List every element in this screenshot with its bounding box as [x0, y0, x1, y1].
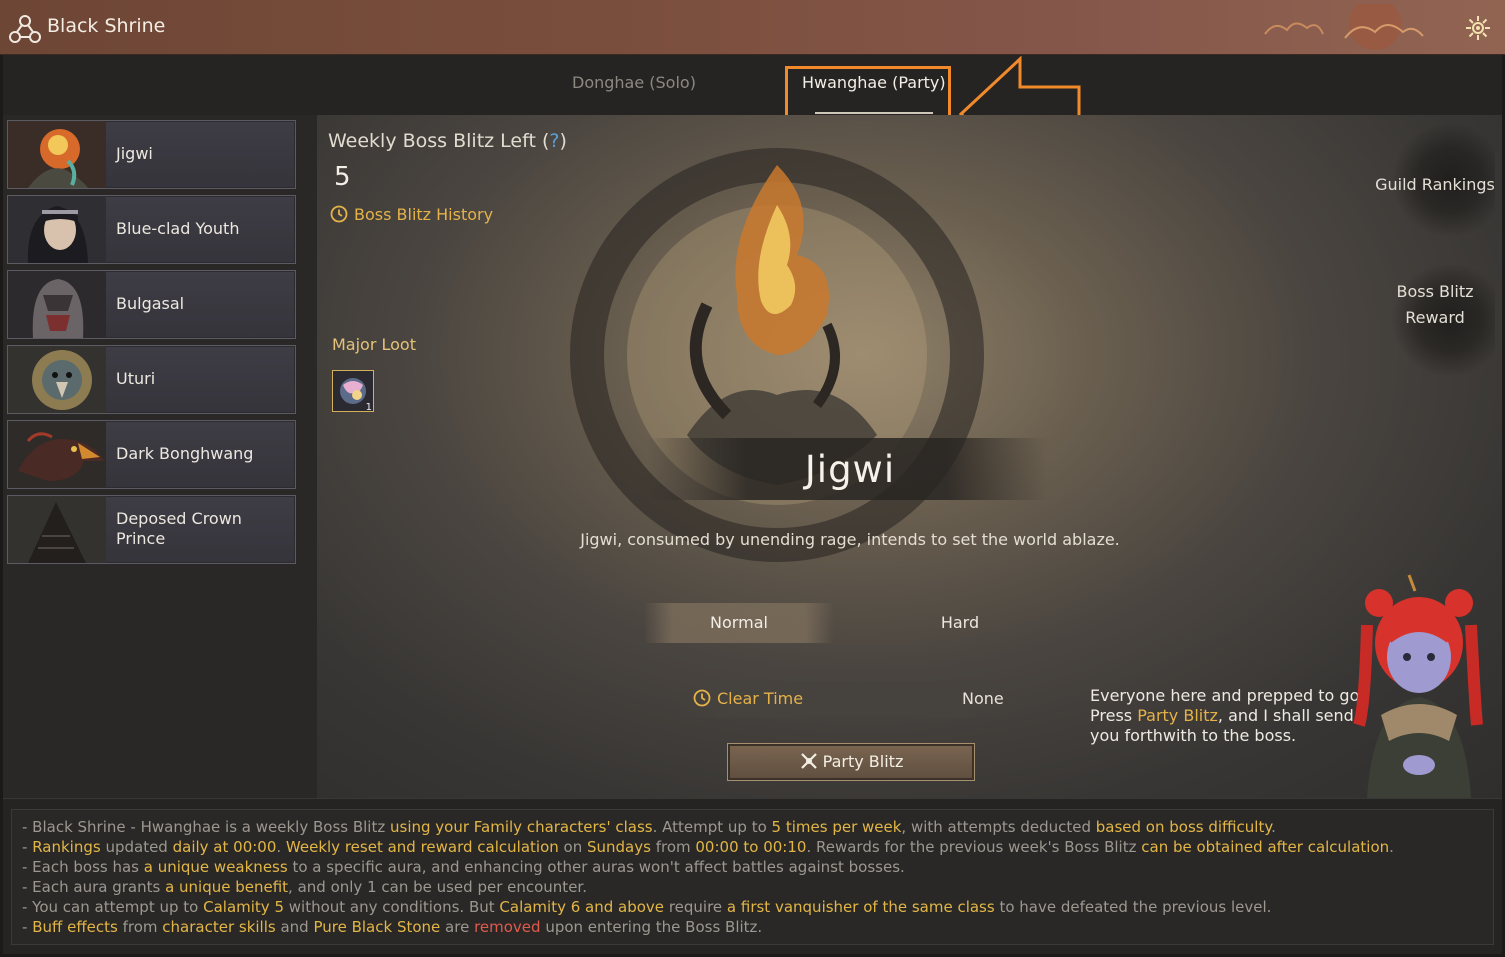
clock-icon: [693, 689, 711, 707]
dark-bonghwang-portrait-icon: [8, 421, 106, 488]
boss-item-blue-clad-youth[interactable]: Blue-clad Youth: [7, 195, 296, 264]
rule-line: - Each boss has a unique weakness to a s…: [22, 858, 905, 876]
boss-name: Blue-clad Youth: [116, 219, 240, 238]
boss-name: Uturi: [116, 369, 156, 388]
title-bar: Black Shrine: [0, 0, 1505, 55]
difficulty-normal-button[interactable]: Normal: [644, 603, 834, 643]
weekly-blitz-count: 5: [334, 162, 351, 192]
rule-line: - Rankings updated daily at 00:00. Weekl…: [22, 838, 1394, 856]
tab-bar: Donghae (Solo) Hwanghae (Party): [3, 55, 1502, 115]
rule-line: - Black Shrine - Hwanghae is a weekly Bo…: [22, 818, 1276, 836]
boss-name: Jigwi: [116, 144, 153, 163]
loot-count: 1: [365, 402, 372, 413]
clock-icon: [330, 205, 348, 223]
npc-guide-character: [1353, 574, 1483, 798]
bulgasal-portrait-icon: [8, 271, 106, 338]
blue-clad-youth-portrait-icon: [8, 196, 106, 263]
tab-donghae-solo[interactable]: Donghae (Solo): [572, 73, 696, 92]
window-title: Black Shrine: [47, 15, 166, 37]
boss-blitz-history-link[interactable]: Boss Blitz History: [330, 205, 493, 224]
settings-icon[interactable]: [1465, 15, 1491, 41]
clear-time-label: Clear Time: [693, 689, 803, 708]
crossed-swords-icon: [800, 753, 817, 769]
boss-item-jigwi[interactable]: Jigwi: [7, 120, 296, 189]
deposed-crown-prince-portrait-icon: [8, 496, 106, 563]
rules-info-panel: - Black Shrine - Hwanghae is a weekly Bo…: [3, 798, 1502, 954]
rule-line: - You can attempt up to Calamity 5 witho…: [22, 898, 1272, 916]
boss-name: Bulgasal: [116, 294, 185, 313]
boss-item-uturi[interactable]: Uturi: [7, 345, 296, 414]
clear-time-value: None: [962, 689, 1004, 708]
uturi-portrait-icon: [8, 346, 106, 413]
boss-item-bulgasal[interactable]: Bulgasal: [7, 270, 296, 339]
cloud-ornament-icon: [1264, 4, 1424, 50]
boss-detail-panel: Weekly Boss Blitz Left (?) 5 Boss Blitz …: [317, 115, 1502, 798]
jigwi-portrait-icon: [8, 121, 106, 188]
boss-item-dark-bonghwang[interactable]: Dark Bonghwang: [7, 420, 296, 489]
boss-name: Deposed Crown Prince: [116, 509, 242, 548]
boss-artwork: [570, 148, 984, 562]
party-blitz-button[interactable]: Party Blitz: [727, 743, 975, 781]
guild-rankings-button[interactable]: Guild Rankings: [1375, 125, 1495, 235]
difficulty-hard-button[interactable]: Hard: [865, 603, 1055, 643]
boss-blitz-reward-button[interactable]: Boss Blitz Reward: [1375, 265, 1495, 375]
major-loot-label: Major Loot: [332, 335, 416, 354]
rule-line: - Buff effects from character skills and…: [22, 918, 763, 936]
loot-item-slot[interactable]: 1: [332, 370, 374, 413]
weekly-blitz-label: Weekly Boss Blitz Left (?): [328, 130, 567, 152]
boss-description: Jigwi, consumed by unending rage, intend…: [580, 530, 1120, 549]
help-icon[interactable]: ?: [549, 130, 559, 152]
boss-title: Jigwi: [804, 448, 896, 491]
rule-line: - Each aura grants a unique benefit, and…: [22, 878, 587, 896]
boss-item-deposed-crown-prince[interactable]: Deposed Crown Prince: [7, 495, 296, 564]
shrine-icon: [9, 15, 41, 43]
boss-name: Dark Bonghwang: [116, 444, 254, 463]
boss-list: Jigwi Blue-clad Youth Bulgasal Uturi Dar…: [3, 115, 317, 798]
rules-text-box: - Black Shrine - Hwanghae is a weekly Bo…: [11, 809, 1494, 945]
